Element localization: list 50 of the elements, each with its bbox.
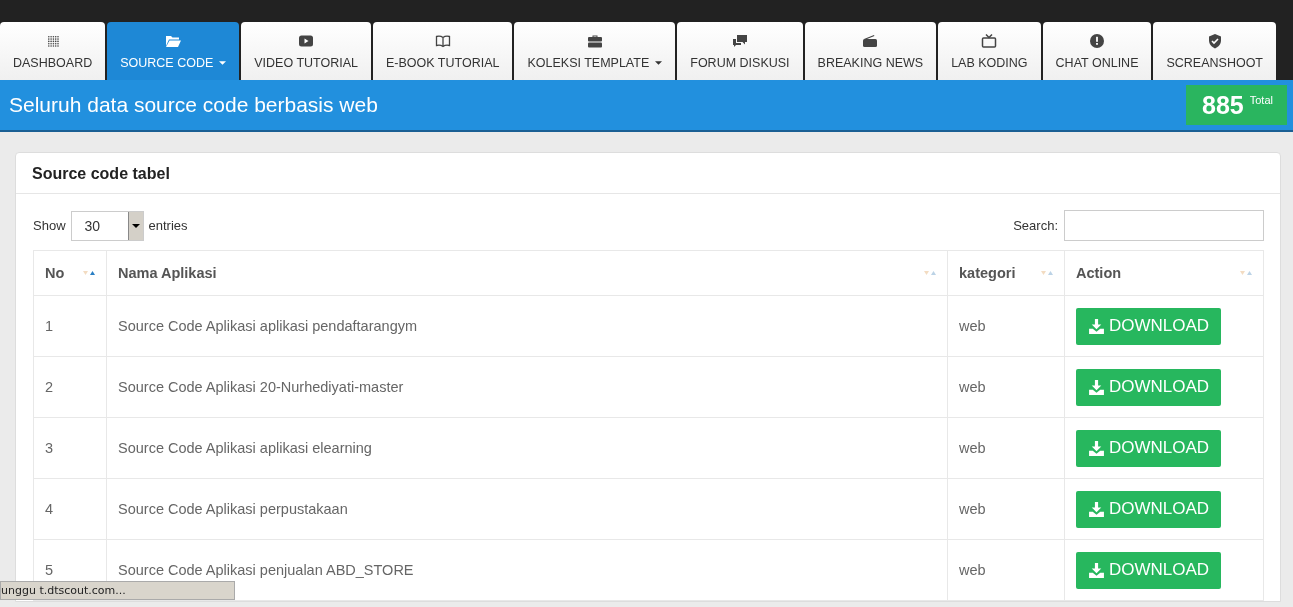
nav-tab[interactable]: LAB KODING <box>938 22 1041 80</box>
entries-label: entries <box>148 218 188 233</box>
card-title: Source code tabel <box>16 153 1280 194</box>
application-name: Source Code Aplikasi perpustakaan <box>118 501 348 517</box>
nav-tab[interactable]: SOURCE CODE <box>107 22 240 80</box>
application-name: Source Code Aplikasi penjualan ABD_STORE <box>118 562 414 578</box>
search-field[interactable] <box>1064 210 1264 241</box>
row-number: 4 <box>45 501 54 517</box>
column-header[interactable]: kategori <box>947 251 1064 295</box>
chat-bubbles-icon <box>731 32 748 49</box>
download-icon <box>1087 561 1105 579</box>
entries-select[interactable]: 30 <box>70 210 144 241</box>
total-label: Total <box>1249 94 1273 106</box>
application-name: Source Code Aplikasi 20-Nurhediyati-master <box>118 379 404 395</box>
nav-tab[interactable]: CHAT ONLINE <box>1042 22 1152 80</box>
page-title: Seluruh data source code berbasis web <box>9 93 378 117</box>
radio-icon <box>862 32 879 49</box>
column-header[interactable]: Nama Aplikasi <box>106 251 947 295</box>
row-number: 1 <box>45 318 54 334</box>
column-header[interactable]: No <box>34 251 106 295</box>
category-text: web <box>959 318 986 334</box>
exclamation-icon <box>1089 32 1105 49</box>
row-number: 2 <box>45 379 54 395</box>
search-label: Search: <box>1013 218 1058 233</box>
nav-tab[interactable]: DASHBOARD <box>0 22 106 80</box>
nav-tab[interactable]: BREAKING NEWS <box>804 22 937 80</box>
download-icon <box>1087 317 1105 335</box>
download-icon <box>1087 378 1105 396</box>
caret-icon <box>131 223 140 228</box>
application-name: Source Code Aplikasi aplikasi pendaftarangym <box>118 318 418 334</box>
tv-icon <box>981 32 998 49</box>
shield-check-icon <box>1206 32 1223 49</box>
row-number: 5 <box>45 562 54 578</box>
browser-status-text: unggu t.dtscout.com... <box>0 581 235 600</box>
nav-tab[interactable]: FORUM DISKUSI <box>677 22 803 80</box>
download-icon <box>1087 500 1105 518</box>
nav-tab[interactable]: VIDEO TUTORIAL <box>241 22 371 80</box>
category-text: web <box>959 440 986 456</box>
download-icon <box>1087 439 1105 457</box>
total-count: 885 <box>1202 91 1244 120</box>
category-text: web <box>959 501 986 517</box>
row-number: 3 <box>45 440 54 456</box>
nav-tab[interactable]: KOLEKSI TEMPLATE <box>514 22 676 80</box>
category-text: web <box>959 379 986 395</box>
nav-tab[interactable]: E-BOOK TUTORIAL <box>373 22 513 80</box>
application-name: Source Code Aplikasi aplikasi elearning <box>118 440 372 456</box>
show-label: Show <box>33 218 66 233</box>
nav-tab[interactable]: SCREANSHOOT <box>1153 22 1276 80</box>
column-header[interactable]: Action <box>1064 251 1263 295</box>
category-text: web <box>959 562 986 578</box>
